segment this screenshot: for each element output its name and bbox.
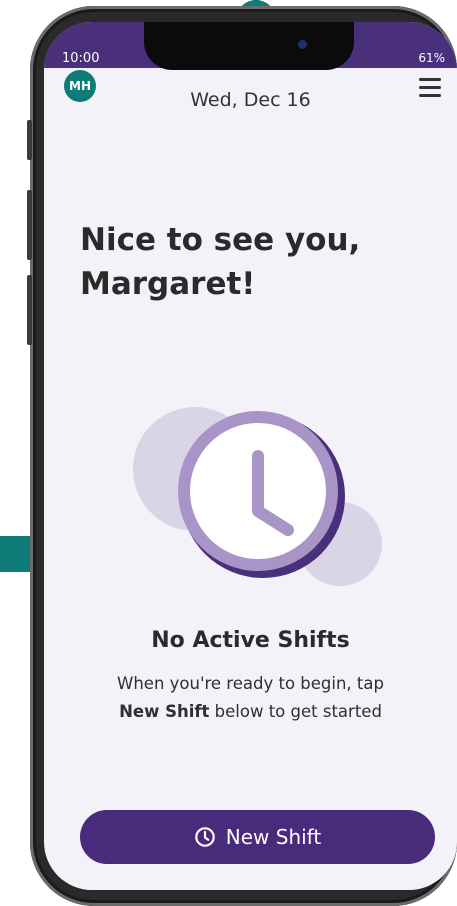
app-screen: 10:00 61% MH Wed, Dec 16 Nice to see you… — [44, 22, 457, 890]
greeting-line-2: Margaret! — [80, 266, 256, 302]
header-date: Wed, Dec 16 — [190, 89, 311, 111]
empty-state-message-line-1: When you're ready to begin, tap — [117, 674, 384, 693]
status-time: 10:00 — [62, 51, 100, 66]
empty-state-message-line-2: below to get started — [209, 702, 382, 721]
clock-illustration — [130, 384, 390, 614]
new-shift-button[interactable]: New Shift — [80, 810, 435, 864]
phone-side-button — [27, 120, 32, 160]
phone-side-button — [27, 275, 32, 345]
empty-state-message: When you're ready to begin, tap New Shif… — [64, 670, 437, 726]
status-battery: 61% — [418, 51, 445, 65]
greeting: Nice to see you, Margaret! — [80, 218, 400, 306]
empty-state-message-bold: New Shift — [119, 702, 210, 721]
greeting-line-1: Nice to see you, — [80, 222, 361, 258]
phone-notch — [144, 22, 354, 70]
new-shift-label: New Shift — [225, 825, 322, 849]
camera-icon — [298, 40, 307, 49]
empty-state-title: No Active Shifts — [151, 628, 350, 653]
phone-side-button — [27, 190, 32, 260]
menu-icon[interactable] — [419, 78, 441, 97]
clock-icon — [194, 827, 215, 847]
